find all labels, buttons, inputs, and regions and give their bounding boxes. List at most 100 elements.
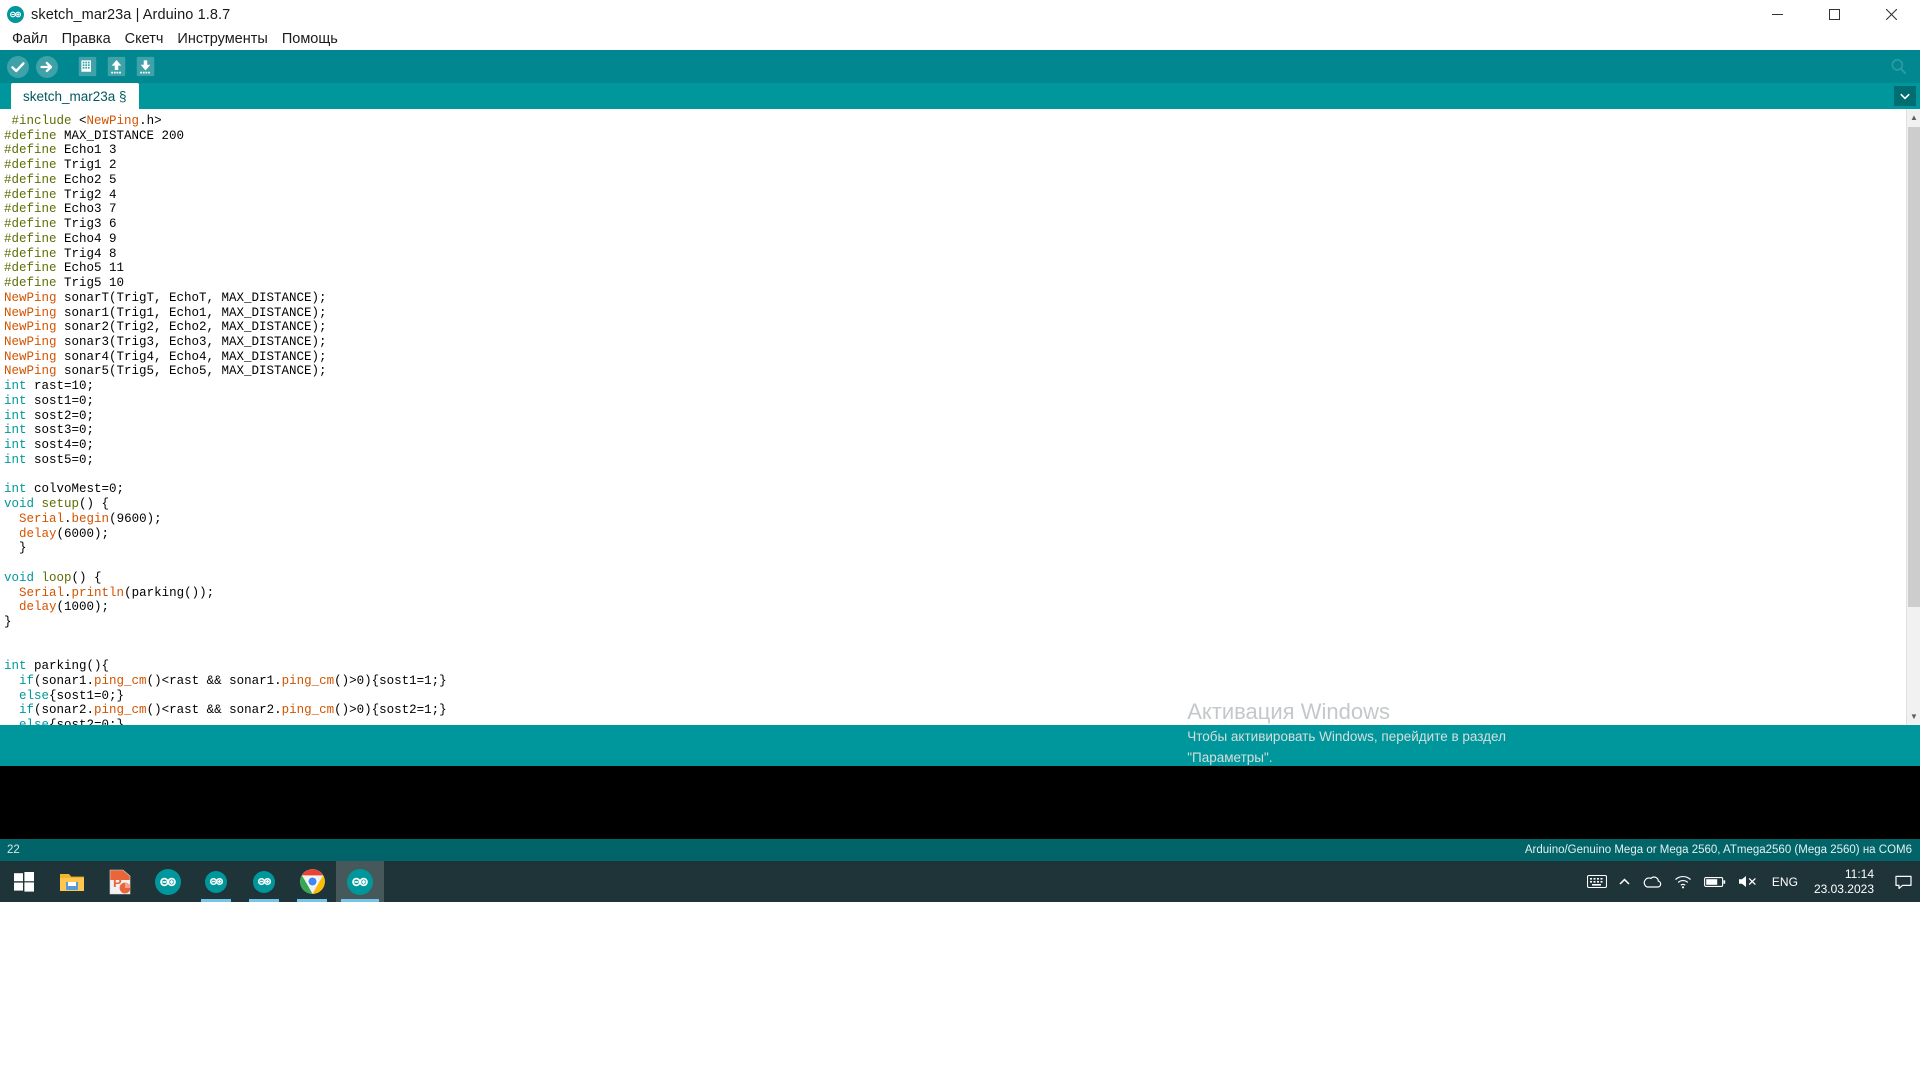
code-line: Serial.begin(9600); [19,511,162,526]
taskbar-arduino-window-2[interactable] [240,861,288,902]
editor-vertical-scrollbar[interactable]: ▲ ▼ [1906,109,1920,725]
arrow-down-save-icon [136,56,155,77]
arrow-right-upload-icon [35,55,58,78]
keyboard-icon[interactable] [1581,861,1613,902]
toolbar [0,50,1920,83]
status-bar: 22 Arduino/Genuino Mega or Mega 2560, AT… [0,839,1920,861]
taskbar-arduino-active[interactable] [336,861,384,902]
menu-file[interactable]: Файл [5,29,55,50]
taskbar-file-explorer[interactable] [48,861,96,902]
serial-monitor-button[interactable] [1885,53,1912,80]
code-line: NewPing sonarT(TrigT, EchoT, MAX_DISTANC… [4,290,327,305]
code-line: #define Trig3 6 [4,217,117,232]
window-controls [1749,0,1920,29]
tray-clock[interactable]: 11:14 23.03.2023 [1806,861,1886,902]
code-line: int sost1=0; [4,393,95,408]
menu-edit[interactable]: Правка [55,29,118,50]
code-line: #define Trig5 10 [4,276,125,291]
notification-center-icon [1894,875,1912,889]
arduino-infinity-icon [7,6,24,23]
maximize-button[interactable] [1806,0,1863,29]
taskbar-arduino-window-1[interactable] [192,861,240,902]
code-line: #define Echo3 7 [4,202,117,217]
arduino-infinity-icon [347,868,373,895]
wifi-icon[interactable] [1668,861,1698,902]
code-line: int sost4=0; [4,438,95,453]
action-center-button[interactable] [1886,861,1920,902]
menu-bar: Файл Правка Скетч Инструменты Помощь [0,29,1920,50]
checkmark-verify-icon [6,55,29,78]
chrome-icon [299,869,325,894]
save-sketch-button[interactable] [132,53,159,80]
code-line: int sost5=0; [4,452,95,467]
onedrive-icon[interactable] [1636,861,1668,902]
code-line: #define MAX_DISTANCE 200 [4,128,185,143]
close-button[interactable] [1863,0,1920,29]
code-line: void loop() { [4,570,102,585]
tray-time: 11:14 [1844,866,1874,881]
chevron-up-icon [1619,878,1630,885]
arduino-infinity-icon [253,870,275,893]
code-line: void setup() { [4,497,110,512]
code-editor[interactable]: #include <NewPing.h> #define MAX_DISTANCE… [0,109,1920,725]
arrow-up-open-icon [107,56,126,77]
new-sketch-icon [78,56,97,77]
code-line: #define Trig1 2 [4,158,117,173]
code-line: #include <NewPing.h> [11,114,162,128]
show-hidden-icons-button[interactable] [1613,861,1636,902]
code-line: #define Trig4 8 [4,246,117,261]
code-line: if(sonar2.ping_cm()<rast && sonar2.ping_… [19,703,447,718]
scroll-up-arrow-icon[interactable]: ▲ [1907,109,1920,126]
new-sketch-button[interactable] [74,53,101,80]
battery-icon[interactable] [1698,861,1732,902]
code-line: #define Echo1 3 [4,143,117,158]
upload-button[interactable] [33,53,60,80]
console-status-strip: Активация Windows Чтобы активировать Win… [0,699,1920,766]
code-line: else{sost1=0;} [19,688,125,703]
code-line: int rast=10; [4,379,95,394]
code-line: int parking(){ [4,659,110,674]
taskbar-powerpoint[interactable]: P [96,861,144,902]
tray-language[interactable]: ENG [1764,875,1806,889]
code-line: } [4,541,27,556]
code-line: #define Trig2 4 [4,187,117,202]
title-bar: sketch_mar23a | Arduino 1.8.7 [0,0,1920,29]
activation-line-2: "Параметры". [1187,750,1273,765]
code-line: NewPing sonar3(Trig3, Echo3, MAX_DISTANC… [4,335,327,350]
scrollbar-thumb[interactable] [1908,127,1920,607]
verify-button[interactable] [4,53,31,80]
chevron-down-icon [1900,93,1910,100]
tab-dropdown-button[interactable] [1894,86,1916,106]
arduino-infinity-icon [155,868,181,895]
open-sketch-button[interactable] [103,53,130,80]
system-tray: ENG 11:14 23.03.2023 [1581,861,1920,902]
tab-bar: sketch_mar23a § [0,83,1920,109]
code-line: #define Echo4 9 [4,231,117,246]
code-line: #define Echo5 11 [4,261,125,276]
volume-mute-icon[interactable] [1732,861,1764,902]
status-board-info: Arduino/Genuino Mega or Mega 2560, ATmeg… [1524,844,1912,856]
code-content[interactable]: #include <NewPing.h> #define MAX_DISTANCE… [0,109,1920,725]
magnifier-serial-monitor-icon [1891,59,1907,75]
code-line: } [4,614,12,629]
scroll-down-arrow-icon[interactable]: ▼ [1907,708,1920,725]
powerpoint-icon: P [109,869,131,894]
code-line: NewPing sonar1(Trig1, Echo1, MAX_DISTANC… [4,305,327,320]
taskbar-chrome[interactable] [288,861,336,902]
minimize-button[interactable] [1749,0,1806,29]
code-line: int colvoMest=0; [4,482,125,497]
console-output-area[interactable] [0,766,1920,839]
menu-tools[interactable]: Инструменты [170,29,274,50]
code-line: delay(6000); [19,526,110,541]
menu-sketch[interactable]: Скетч [118,29,171,50]
folder-explorer-icon [60,873,84,891]
tab-sketch-mar23a[interactable]: sketch_mar23a § [11,83,139,109]
code-line: delay(1000); [19,600,110,615]
windows-start-button[interactable] [0,861,48,902]
code-line: NewPing sonar2(Trig2, Echo2, MAX_DISTANC… [4,320,327,335]
menu-help[interactable]: Помощь [275,29,345,50]
taskbar-arduino-pinned[interactable] [144,861,192,902]
